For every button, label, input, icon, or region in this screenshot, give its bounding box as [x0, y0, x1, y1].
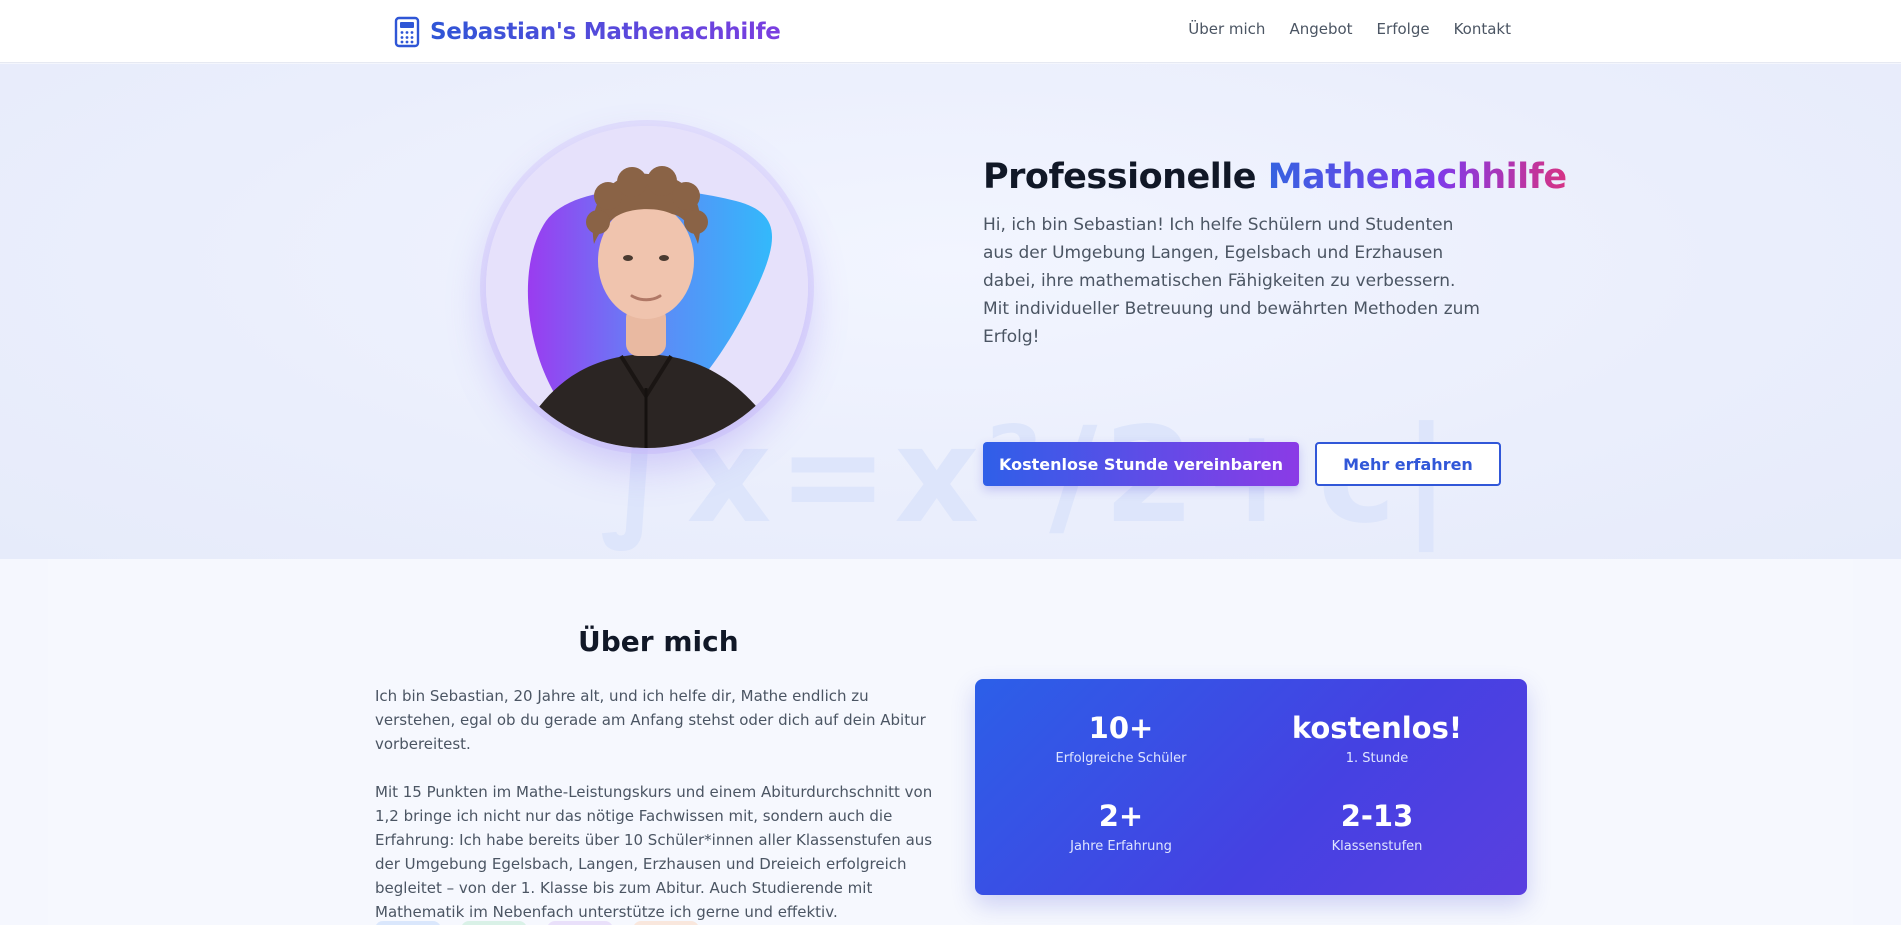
about-title: Über mich	[578, 625, 739, 658]
hero-description: Hi, ich bin Sebastian! Ich helfe Schüler…	[983, 215, 1480, 347]
nav-link-erfolge[interactable]: Erfolge	[1377, 20, 1430, 38]
stat-label: Jahre Erfahrung	[1070, 839, 1172, 854]
stat-value: 2+	[1098, 799, 1144, 833]
hero-title-plain: Professionelle	[983, 157, 1268, 197]
stat-students: 10+ Erfolgreiche Schüler	[1021, 711, 1221, 766]
portrait-illustration	[486, 126, 808, 448]
stat-label: Erfolgreiche Schüler	[1055, 751, 1187, 766]
about-text: Ich bin Sebastian, 20 Jahre alt, und ich…	[375, 684, 935, 924]
hero-copy: Professionelle Mathenachhilfe Hi, ich bi…	[983, 157, 1567, 486]
stat-value: 2-13	[1340, 799, 1414, 833]
badge-chip	[547, 921, 613, 925]
calculator-icon	[394, 16, 420, 48]
badge-chip	[461, 921, 527, 925]
stat-experience: 2+ Jahre Erfahrung	[1021, 799, 1221, 854]
brand-name: Sebastian's Mathenachhilfe	[430, 19, 781, 45]
main-nav: Über mich Angebot Erfolge Kontakt	[1188, 20, 1511, 38]
badge-chip	[633, 921, 699, 925]
hero-section: ∫x=x²/2+c|	[0, 64, 1901, 559]
hero-title-accent: Mathenachhilfe	[1267, 157, 1567, 197]
stat-first-lesson: kostenlos! 1. Stunde	[1277, 711, 1477, 766]
badge-row	[375, 921, 699, 925]
badge-chip	[375, 921, 441, 925]
stats-card: 10+ Erfolgreiche Schüler kostenlos! 1. S…	[975, 679, 1527, 895]
nav-link-kontakt[interactable]: Kontakt	[1454, 20, 1511, 38]
about-paragraph-2: Mit 15 Punkten im Mathe-Leistungskurs un…	[375, 783, 933, 921]
learn-more-button[interactable]: Mehr erfahren	[1315, 442, 1501, 486]
about-section: Über mich Ich bin Sebastian, 20 Jahre al…	[0, 559, 1901, 925]
site-header: Sebastian's Mathenachhilfe Über mich Ang…	[0, 0, 1901, 63]
stat-label: 1. Stunde	[1345, 751, 1409, 766]
nav-link-ueber-mich[interactable]: Über mich	[1188, 20, 1265, 38]
about-paragraph-1: Ich bin Sebastian, 20 Jahre alt, und ich…	[375, 687, 926, 753]
brand-logo-link[interactable]: Sebastian's Mathenachhilfe	[394, 15, 781, 49]
nav-link-angebot[interactable]: Angebot	[1289, 20, 1352, 38]
book-free-lesson-button[interactable]: Kostenlose Stunde vereinbaren	[983, 442, 1299, 486]
stat-value: 10+	[1088, 711, 1154, 745]
hero-buttons: Kostenlose Stunde vereinbaren Mehr erfah…	[983, 442, 1501, 486]
profile-photo	[486, 126, 808, 448]
about-container	[48, 559, 1853, 925]
stat-value: kostenlos!	[1291, 711, 1463, 745]
stat-grade-levels: 2-13 Klassenstufen	[1277, 799, 1477, 854]
stat-label: Klassenstufen	[1331, 839, 1423, 854]
hero-title: Professionelle Mathenachhilfe	[983, 157, 1567, 197]
